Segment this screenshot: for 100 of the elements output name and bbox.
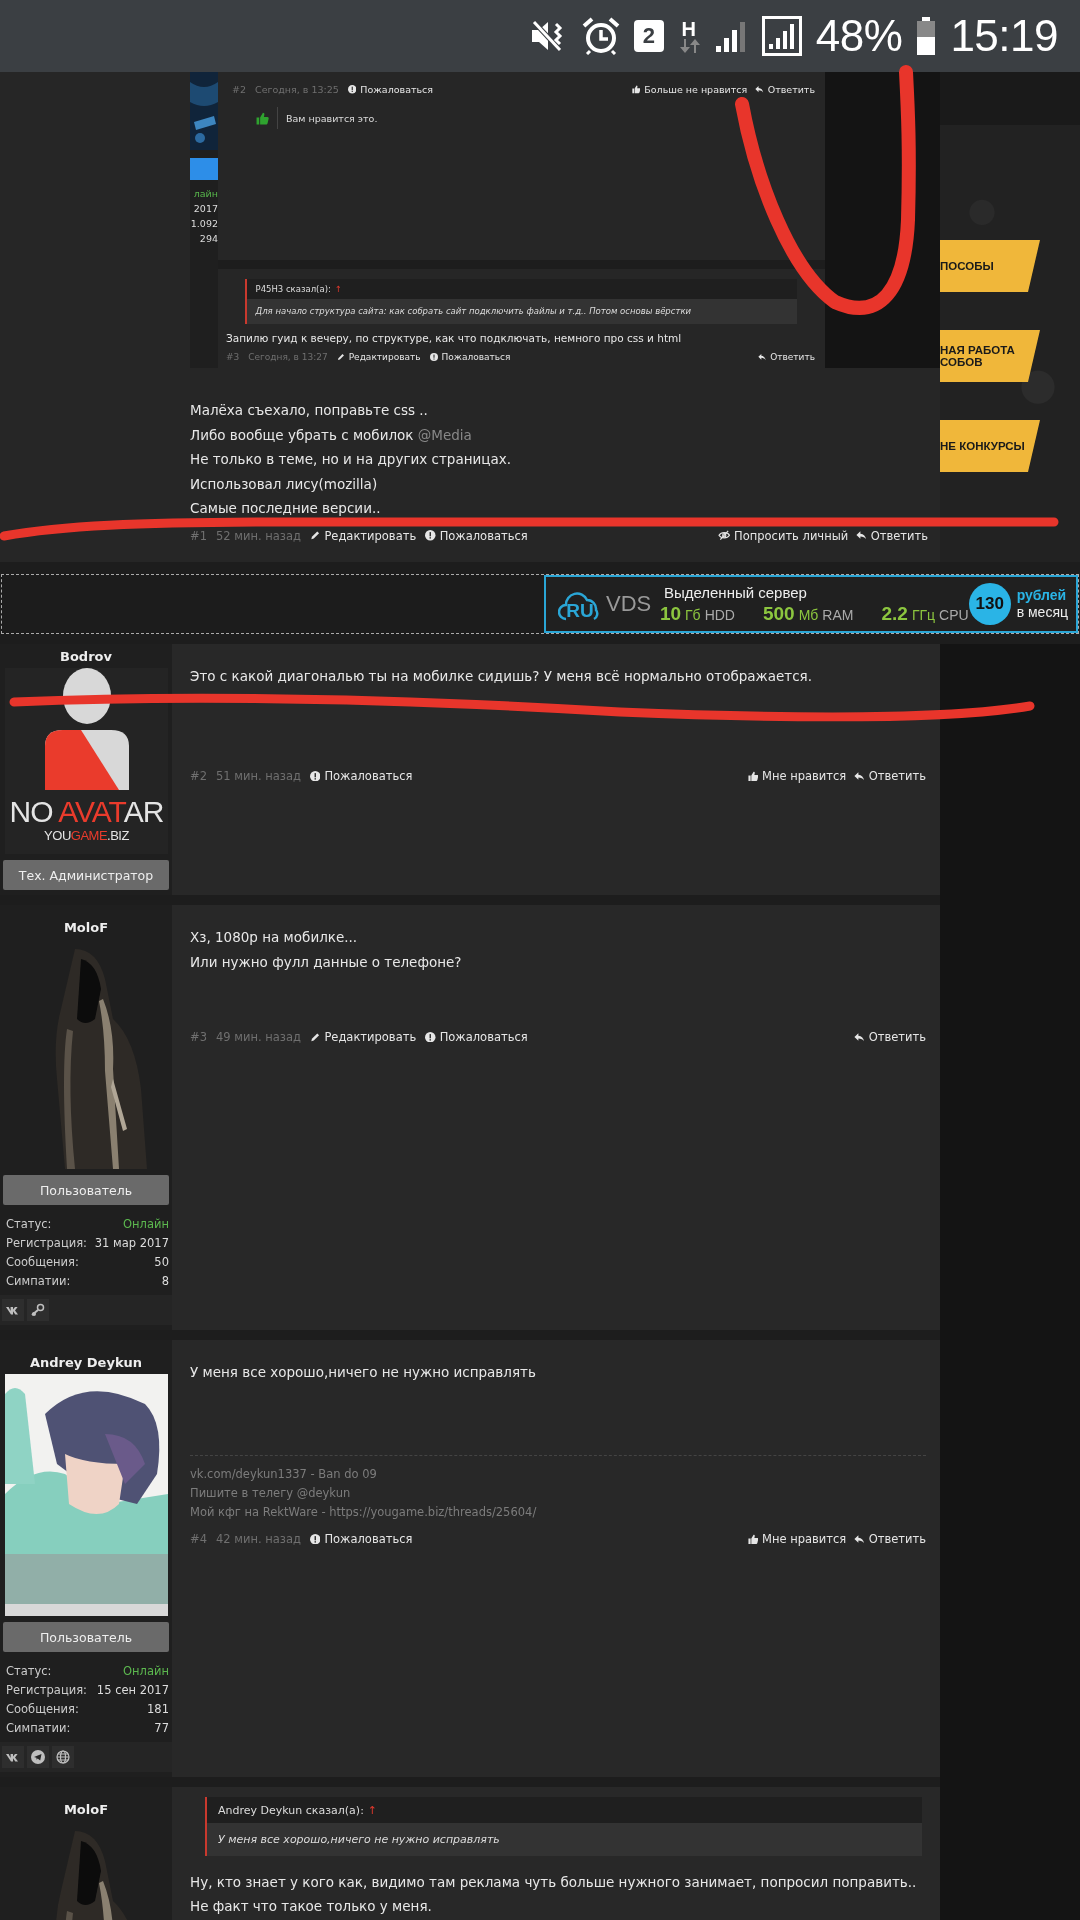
avatar-subtitle: YOUGAME.BIZ [44,828,129,843]
mention-link[interactable]: @Media [417,426,472,443]
signature-line: Мой кфг на RektWare - https://yougame.biz/threads/25604/ [190,1504,538,1521]
report-link[interactable]: Пожаловаться [309,1532,413,1546]
reply-arrow-icon [854,1533,865,1545]
stat-label: Регистрация: [6,1682,87,1699]
report-link[interactable]: Пожаловаться [429,352,511,362]
pencil-icon [336,353,345,361]
stat-value: 8 [161,1273,169,1290]
warning-icon [425,1031,436,1043]
private-link[interactable]: Попросить личный [717,528,849,543]
thumbs-up-icon [631,85,641,94]
username[interactable]: Andrey Deykun [0,1340,172,1372]
price-period: в месяц [1016,604,1068,621]
reply-arrow-icon [854,770,865,782]
vk-logo-icon[interactable] [6,1752,20,1762]
edit-link[interactable]: Редактировать [309,528,417,543]
post-time: 42 мин. назад [215,1532,301,1546]
like-link[interactable]: Больше не нравится [631,84,748,95]
post-time: Сегодня, в 13:27 [248,352,328,362]
ad-spec: 2.2 ГГц CPU [881,602,969,625]
username[interactable]: Bodrov [0,644,172,666]
ad-spec: 500 Мб RAM [762,602,854,625]
logo-name: VDS [606,591,652,617]
edit-link[interactable]: Редактировать [309,1030,417,1044]
post-text-line: Ну, кто знает у кого как, видимо там реклама чуть больше нужного занимает, попросил поправить.. [190,1872,918,1892]
globe-icon[interactable] [56,1750,70,1764]
stat-label: Сообщения: [6,1254,79,1271]
warning-icon [425,530,436,541]
like-link[interactable]: Мне нравится [747,769,847,783]
stat-value: 181 [147,1701,169,1718]
stat-value: 77 [154,1720,169,1737]
sidebar-button[interactable]: НЕ КОНКУРСЫ [940,420,1040,472]
price-unit: рублей [1016,587,1068,604]
signature-line: Пишите в телегу @deykun [190,1485,352,1502]
like-link[interactable]: Мне нравится [747,1532,847,1546]
reply-link[interactable]: Ответить [856,528,928,543]
ad-title: Выделенный сервер [663,583,807,601]
clock-time: 15:19 [950,11,1058,61]
post-text-line: У меня все хорошо,ничего не нужно исправлять [190,1363,537,1382]
pencil-icon [309,530,321,541]
signature-line: vk.com/deykun1337 - Ban do 09 [190,1466,378,1483]
report-link[interactable]: Пожаловаться [347,84,434,95]
post-text-line: Малёха съехало, поправьте css .. [190,401,429,420]
reply-link[interactable]: Ответить [758,352,815,362]
reply-link[interactable]: Ответить [854,1030,926,1044]
warning-icon [347,85,357,94]
reply-arrow-icon [854,1031,865,1043]
post-text-line: Или нужно фулл данные о телефоне? [190,952,463,972]
reply-arrow-icon [755,85,764,94]
battery-percent: 48% [815,11,903,61]
reply-arrow-icon [856,530,867,541]
report-link[interactable]: Пожаловаться [425,1030,528,1044]
reply-link[interactable]: Ответить [854,1532,926,1546]
pencil-icon [309,1031,321,1043]
warning-icon [429,353,438,361]
sidebar-button[interactable]: НАЯ РАБОТА СОБОВ [940,330,1040,382]
stat-value: Онлайн [123,1663,169,1680]
stat-value: 31 мар 2017 [94,1235,169,1252]
quote-link-arrow[interactable]: ↑ [367,1803,378,1817]
sidebar-button[interactable]: ПОСОБЫ [940,240,1040,292]
post-time: Сегодня, в 13:25 [255,84,339,95]
alarm-clock-icon [581,17,620,55]
stat-label: Регистрация: [6,1235,87,1252]
role-badge: Пользователь [3,1622,169,1652]
cloud-logo: RU [558,587,602,621]
stat-value: 1.092 [190,217,218,231]
quote-link-arrow[interactable]: ↑ [334,283,342,294]
status-value: лайн [193,187,218,201]
post-text-line: Не факт что такое только у меня. [190,1897,433,1917]
report-link[interactable]: Пожаловаться [425,528,528,543]
stat-label: Статус: [6,1216,52,1233]
stat-value: 15 сен 2017 [96,1682,169,1699]
thumbs-up-icon [747,1533,758,1545]
stat-value: 2017 [193,202,218,216]
edit-link[interactable]: Редактировать [336,352,421,362]
stat-value: Онлайн [123,1216,169,1233]
eye-slash-icon [717,530,731,541]
reply-arrow-icon [758,353,767,361]
vk-logo-icon[interactable] [6,1305,20,1315]
paper-plane-icon[interactable] [31,1750,45,1764]
quote-text: У меня все хорошо,ничего не нужно исправлять [217,1832,501,1849]
warning-icon [309,1533,321,1545]
warning-icon [309,770,321,782]
avatar-title: NO AVATAR [9,796,164,828]
stat-label: Симпатии: [6,1720,71,1737]
role-badge: Пользователь [3,1175,169,1205]
report-link[interactable]: Пожаловаться [309,769,413,783]
signal-bars-icon [761,16,802,56]
quote-author: Andrey Deykun сказал(а): [218,1803,364,1817]
post-text-line: Использовал лису(mozilla) [190,474,379,494]
post-text-line: Запилю гуид к вечеру, по структуре, как что подключать, немного про css и html [226,332,683,344]
post-time: 52 мин. назад [215,528,301,543]
post-time: 49 мин. назад [215,1030,301,1044]
stat-label: Симпатии: [6,1273,71,1290]
stat-label: Сообщения: [6,1701,79,1718]
reply-link[interactable]: Ответить [755,84,815,95]
username[interactable]: MoloF [0,905,172,937]
like-note: Вам нравится это. [286,112,378,124]
reply-link[interactable]: Ответить [854,769,926,783]
